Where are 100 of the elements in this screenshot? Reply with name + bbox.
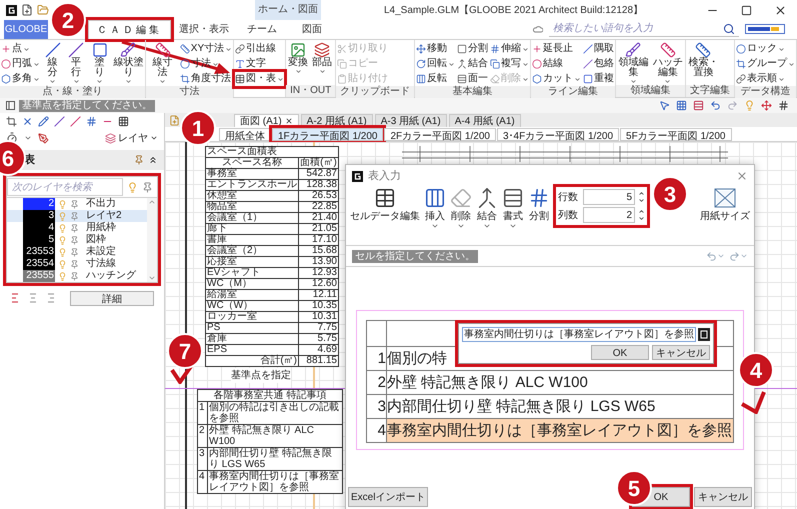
pin-icon[interactable] xyxy=(70,212,79,220)
ribbon-button[interactable]: 分割 xyxy=(457,42,488,56)
ribbon-button[interactable]: 回転 xyxy=(416,57,456,71)
layer-row[interactable]: 5 図枠 xyxy=(7,234,147,246)
ribbon-button[interactable]: 結合 xyxy=(457,57,488,71)
document-tab[interactable]: 面図 (A1) xyxy=(234,114,299,127)
ribbon-tab[interactable]: 図面 xyxy=(287,20,337,39)
ribbon-button[interactable]: 延長止 xyxy=(532,42,582,56)
ribbon-button[interactable]: 包絡 xyxy=(583,57,614,71)
number-field[interactable]: 2 xyxy=(583,207,635,223)
ribbon-button[interactable]: 伸縮 xyxy=(490,42,530,56)
maximize-icon[interactable] xyxy=(741,4,752,16)
ribbon-button[interactable]: 多角 xyxy=(1,72,40,86)
layer-row[interactable]: 2 不出力 xyxy=(7,198,147,210)
ribbon-button[interactable]: 検索・置換 xyxy=(686,42,720,78)
pencil-icon[interactable] xyxy=(38,116,49,126)
close-icon[interactable] xyxy=(284,117,293,125)
ribbon-button[interactable]: ロック xyxy=(736,42,795,56)
toolbar-button[interactable]: 結合 xyxy=(476,187,498,230)
line-icon[interactable] xyxy=(70,116,81,126)
pen-icon[interactable] xyxy=(38,132,49,144)
pin-icon[interactable] xyxy=(70,272,79,280)
view-tab[interactable]: 3･4Fカラー平面図 1/200 xyxy=(496,128,620,140)
toolbar-button[interactable]: 書式 xyxy=(502,187,524,230)
search-field[interactable]: 検索したい語句を入力 xyxy=(549,21,739,37)
ribbon-button[interactable]: 面一 xyxy=(457,72,488,86)
pin-icon[interactable] xyxy=(70,260,79,268)
ribbon-tab[interactable]: ＣＡＤ編集 xyxy=(88,20,171,39)
ribbon-button[interactable]: 隅取 xyxy=(583,42,614,56)
ribbon-button[interactable]: 複写 xyxy=(490,57,530,71)
toolbar-button[interactable]: 挿入 xyxy=(424,187,446,230)
corner-icon[interactable] xyxy=(6,116,17,126)
layer-row[interactable]: 4 用紙枠 xyxy=(7,222,147,234)
ribbon-tab[interactable]: チーム xyxy=(237,20,287,39)
pin-icon[interactable] xyxy=(142,182,153,192)
ribbon-button[interactable]: 結線 xyxy=(532,57,582,71)
search-icon[interactable] xyxy=(723,22,735,34)
toolbar-button[interactable]: セルデータ編集 xyxy=(350,187,420,222)
ribbon-button[interactable]: 反転 xyxy=(416,72,456,86)
popup-button[interactable]: OK xyxy=(591,345,649,360)
ribbon-button[interactable]: 変換 xyxy=(287,42,310,75)
move-icon[interactable] xyxy=(761,100,772,111)
spin-buttons[interactable] xyxy=(638,190,645,204)
document-tab[interactable]: A-3 用紙 (A1) xyxy=(374,114,447,127)
collapse-icon[interactable] xyxy=(148,155,158,165)
ribbon-button[interactable]: ハッチ編集 xyxy=(652,42,684,85)
ribbon-button[interactable]: 図・表 xyxy=(235,72,284,86)
layer-row[interactable]: 3 レイヤ2 xyxy=(7,210,147,222)
ribbon-button[interactable]: 重複 xyxy=(583,72,614,86)
rows-icon[interactable] xyxy=(693,100,704,111)
ribbon-button[interactable]: 平行 xyxy=(65,42,87,85)
spin-up-icon[interactable] xyxy=(638,190,645,197)
excel-import-button[interactable]: Excelインポート xyxy=(348,487,428,507)
spin-buttons[interactable] xyxy=(638,208,645,222)
pointer-icon[interactable] xyxy=(659,100,670,111)
grid-icon[interactable] xyxy=(778,100,789,111)
layer-button[interactable]: レイヤ xyxy=(105,130,158,146)
chevron-down-icon[interactable] xyxy=(24,134,32,142)
grid-icon[interactable] xyxy=(86,116,97,126)
ribbon-tab[interactable]: 選択・表示 xyxy=(171,20,237,39)
layer-search-field[interactable]: 次のレイヤを検索 xyxy=(7,178,123,196)
pin-icon[interactable] xyxy=(70,248,79,256)
pin-icon[interactable] xyxy=(70,236,79,244)
line-icon[interactable] xyxy=(54,116,65,126)
popup-button[interactable]: キャンセル xyxy=(652,345,710,360)
ribbon-button[interactable]: 引出線 xyxy=(235,42,284,56)
ribbon-button[interactable]: 部品 xyxy=(311,42,334,75)
ribbon-button[interactable]: 移動 xyxy=(416,42,456,56)
new-file-icon[interactable] xyxy=(21,4,33,16)
spin-down-icon[interactable] xyxy=(638,215,645,222)
layer-row[interactable]: 23554 寸法線 xyxy=(7,258,147,270)
ribbon-button[interactable]: 線分 xyxy=(42,42,64,85)
ribbon-button[interactable]: グループ xyxy=(736,57,795,71)
paper-size-button[interactable]: 用紙サイズ xyxy=(700,187,750,222)
view-tab[interactable]: 1Fカラー平面図 1/200 xyxy=(272,128,384,140)
ribbon-button[interactable]: 領域編集 xyxy=(617,42,650,85)
number-field[interactable]: 5 xyxy=(583,189,635,205)
cell-text-field[interactable]: 事務室内間仕切りは［事務室レイアウト図］を参照 xyxy=(462,327,696,342)
ribbon-button[interactable]: 線寸法 xyxy=(147,42,178,85)
detail-button[interactable]: 詳細 xyxy=(70,291,154,306)
ribbon-button[interactable]: XY寸法 xyxy=(180,42,232,56)
ribbon-button[interactable]: 円弧 xyxy=(1,57,40,71)
view-tab[interactable]: 5Fカラー平面図 1/200 xyxy=(620,128,732,140)
dialog-button[interactable]: キャンセル xyxy=(694,487,752,507)
layer-row[interactable]: 23553 未設定 xyxy=(7,246,147,258)
spin-down-icon[interactable] xyxy=(638,197,645,204)
scrollbar[interactable] xyxy=(147,198,157,282)
toolbar-button[interactable]: 削除 xyxy=(450,187,472,230)
scroll-down-icon[interactable] xyxy=(148,274,156,282)
timer-icon[interactable] xyxy=(6,132,18,144)
app-menu-tab[interactable]: GLOOBE xyxy=(4,20,48,39)
folder-icon[interactable] xyxy=(37,4,49,16)
grid-icon[interactable] xyxy=(118,116,129,126)
ribbon-button[interactable]: 点 xyxy=(1,42,40,56)
ribbon-button[interactable]: 文字 xyxy=(235,57,284,71)
layer-row[interactable]: 23555 ハッチング xyxy=(7,270,147,282)
spin-up-icon[interactable] xyxy=(638,208,645,215)
pin-icon[interactable] xyxy=(70,224,79,232)
cross-icon[interactable] xyxy=(22,116,33,126)
panel-toggle-icon[interactable] xyxy=(6,101,15,110)
